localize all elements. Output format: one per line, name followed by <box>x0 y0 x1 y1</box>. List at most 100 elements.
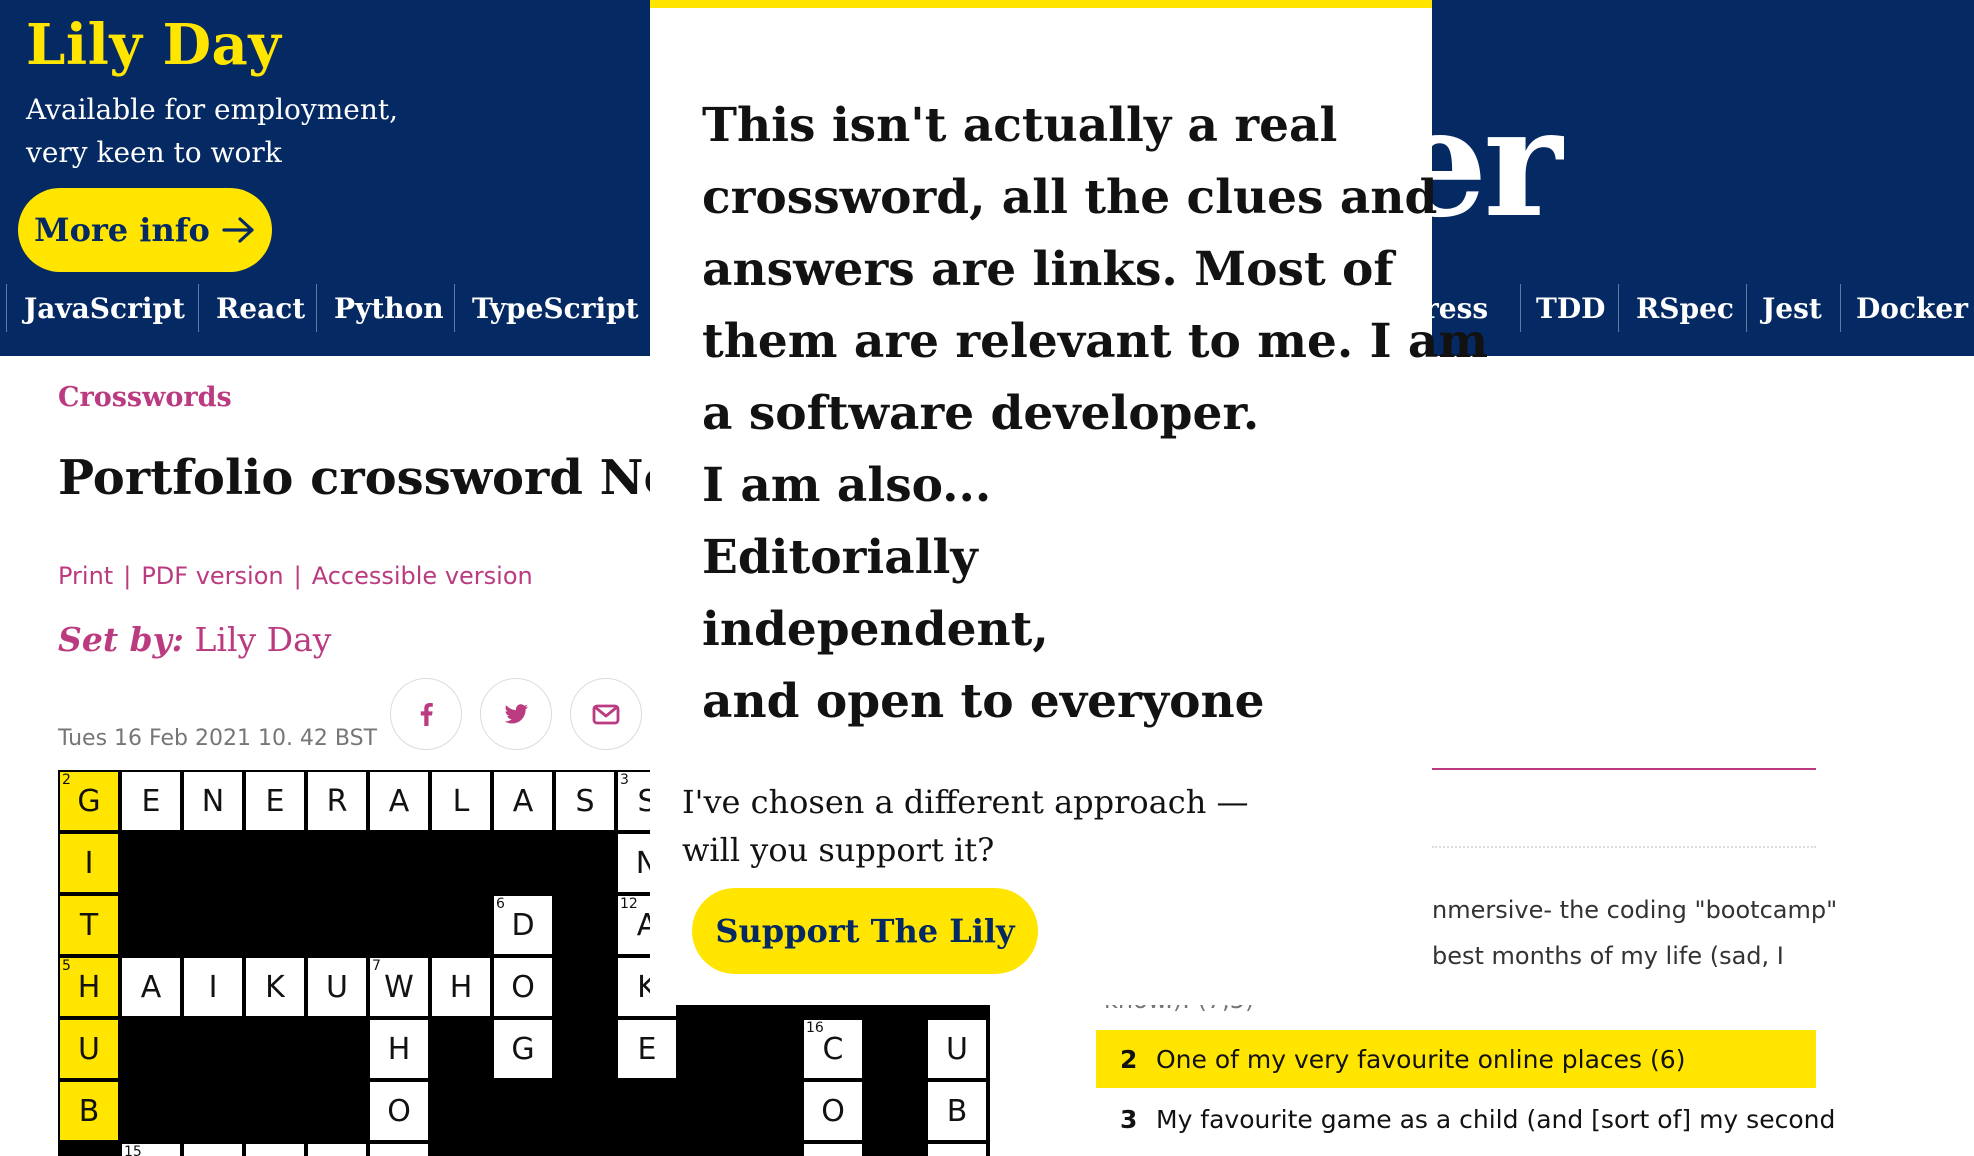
set-by: Set by: Lily Day <box>58 620 331 659</box>
crossword-actions: Print | PDF version | Accessible version <box>58 562 533 590</box>
grid-cell[interactable]: U <box>60 1020 118 1078</box>
nav-item-python[interactable]: Python <box>334 280 444 336</box>
grid-cell[interactable]: N <box>184 772 242 830</box>
overlay-headline-line: and open to everyone <box>702 674 1265 729</box>
grid-cell[interactable]: E <box>122 772 180 830</box>
grid-cell[interactable]: B <box>60 1082 118 1140</box>
grid-cell[interactable]: A <box>494 772 552 830</box>
grid-cell[interactable]: R <box>308 772 366 830</box>
share-facebook-button[interactable] <box>390 678 462 750</box>
clue-number: 2 <box>1120 1045 1138 1074</box>
grid-cell[interactable]: 5H <box>60 958 118 1016</box>
share-twitter-button[interactable] <box>480 678 552 750</box>
grid-cell[interactable] <box>928 1144 986 1156</box>
grid-cell[interactable]: G <box>494 1020 552 1078</box>
section-link-crosswords[interactable]: Crosswords <box>58 382 232 413</box>
overlay-headline-line: crossword, all the clues and <box>702 170 1438 225</box>
nav-separator <box>1840 284 1841 332</box>
grid-cell[interactable]: I <box>184 958 242 1016</box>
accessible-version-link[interactable]: Accessible version <box>312 562 533 590</box>
setter-name[interactable]: Lily Day <box>195 620 332 659</box>
nav-separator <box>316 284 317 332</box>
brand-tagline-line-1: Available for employment, <box>26 93 399 126</box>
grid-cell[interactable]: O <box>494 958 552 1016</box>
nav-item-typescript[interactable]: TypeScript <box>472 280 639 336</box>
nav-item-docker[interactable]: Docker <box>1856 280 1968 336</box>
grid-cell[interactable] <box>184 1144 242 1156</box>
clue-partial-line[interactable]: nmersive- the coding "bootcamp" <box>1432 896 1837 924</box>
overlay-headline-line: independent, <box>702 602 1049 657</box>
grid-cell[interactable]: O <box>804 1082 862 1140</box>
grid-cell[interactable]: I <box>60 834 118 892</box>
grid-cell[interactable]: O <box>370 1082 428 1140</box>
grid-cell[interactable]: H <box>370 1020 428 1078</box>
more-info-button[interactable]: More info <box>18 188 272 272</box>
overlay-body: I've chosen a different approach — will … <box>682 778 1282 874</box>
clue-item-down-2[interactable]: 2 One of my very favourite online places… <box>1120 1045 1685 1074</box>
nav-separator <box>1618 284 1619 332</box>
overlay-headline-line: This isn't actually a real <box>702 98 1338 153</box>
page-title: Portfolio crossword No 1 <box>58 450 726 506</box>
grid-cell[interactable]: 15 <box>122 1144 180 1156</box>
set-by-label: Set by: <box>58 620 184 659</box>
overlay-headline-line: answers are links. Most of <box>702 242 1394 297</box>
grid-cell[interactable]: E <box>246 772 304 830</box>
overlay-headline-line: a software developer. <box>702 386 1260 441</box>
nav-item-react[interactable]: React <box>216 280 305 336</box>
nav-separator <box>1746 284 1747 332</box>
brand-tagline-line-2: very keen to work <box>26 136 282 169</box>
grid-cell[interactable] <box>804 1144 862 1156</box>
grid-cell[interactable]: K <box>246 958 304 1016</box>
brand-name[interactable]: Lily Day <box>26 12 281 78</box>
grid-cell[interactable]: L <box>432 772 490 830</box>
share-email-button[interactable] <box>570 678 642 750</box>
overlay-body-line: I've chosen a different approach — <box>682 783 1249 821</box>
grid-cell[interactable] <box>246 1144 304 1156</box>
grid-cell[interactable]: 16 C <box>804 1020 862 1078</box>
clue-partial-line[interactable]: best months of my life (sad, I <box>1432 942 1784 970</box>
grid-cell[interactable]: E <box>618 1020 676 1078</box>
grid-cell[interactable]: S <box>556 772 614 830</box>
nav-separator <box>454 284 455 332</box>
grid-cell[interactable]: B <box>928 1082 986 1140</box>
overlay-headline-line: them are relevant to me. I am <box>702 314 1489 369</box>
grid-cell[interactable]: 6D <box>494 896 552 954</box>
grid-cell[interactable]: A <box>370 772 428 830</box>
grid-cell[interactable]: U <box>308 958 366 1016</box>
grid-cell[interactable]: T <box>60 896 118 954</box>
facebook-icon <box>420 703 433 726</box>
nav-item-javascript[interactable]: JavaScript <box>24 280 185 336</box>
grid-cell[interactable]: 7W <box>370 958 428 1016</box>
clues-dotted-divider <box>1432 846 1816 848</box>
clue-number: 3 <box>1120 1105 1138 1134</box>
support-button[interactable]: Support The Lily <box>692 888 1038 974</box>
nav-separator <box>198 284 199 332</box>
overlay-headline-line: Editorially <box>702 530 978 585</box>
clue-text: My favourite game as a child (and [sort … <box>1156 1105 1836 1134</box>
print-link[interactable]: Print <box>58 562 113 590</box>
grid-cell[interactable] <box>370 1144 428 1156</box>
email-icon <box>592 704 620 725</box>
arrow-right-icon <box>222 217 254 243</box>
twitter-icon <box>504 704 528 724</box>
clue-text: One of my very favourite online places (… <box>1156 1045 1686 1074</box>
overlay-headline: This isn't actually a real crossword, al… <box>702 90 1489 738</box>
overlay-body-line: will you support it? <box>682 831 995 869</box>
nav-item-rspec[interactable]: RSpec <box>1636 280 1734 336</box>
publication-date: Tues 16 Feb 2021 10. 42 BST <box>58 726 378 751</box>
nav-separator <box>1520 284 1521 332</box>
clue-item-down-3[interactable]: 3 My favourite game as a child (and [sor… <box>1120 1105 1835 1134</box>
grid-cell[interactable]: 2G <box>60 772 118 830</box>
overlay-headline-line: I am also... <box>702 458 992 513</box>
grid-cell[interactable]: A <box>122 958 180 1016</box>
actions-separator: | <box>123 562 132 590</box>
more-info-label: More info <box>34 211 210 249</box>
nav-item-tdd[interactable]: TDD <box>1536 280 1605 336</box>
grid-cell[interactable]: H <box>432 958 490 1016</box>
grid-cell[interactable]: U <box>928 1020 986 1078</box>
clues-divider <box>1432 768 1816 770</box>
grid-cell[interactable] <box>308 1144 366 1156</box>
actions-separator: | <box>293 562 302 590</box>
nav-item-jest[interactable]: Jest <box>1762 280 1822 336</box>
pdf-version-link[interactable]: PDF version <box>141 562 283 590</box>
